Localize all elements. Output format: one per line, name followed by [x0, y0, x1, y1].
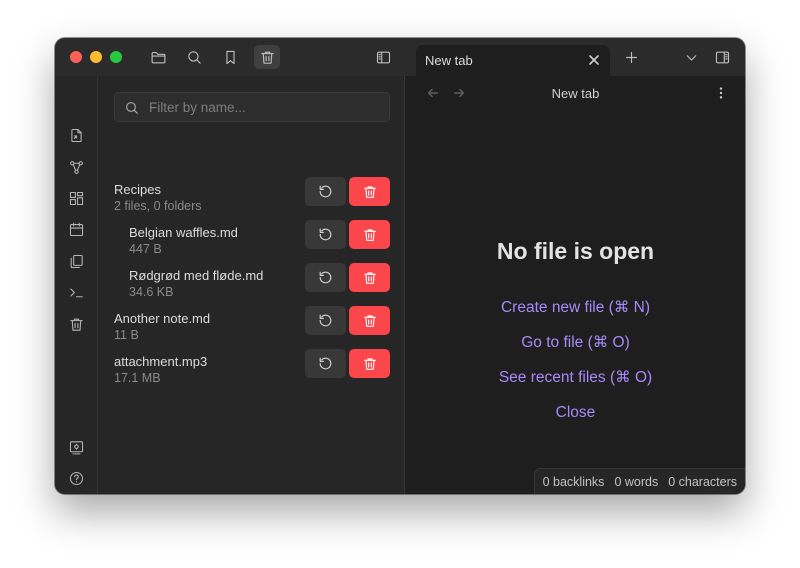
trash-item-meta: 17.1 MB	[114, 371, 161, 385]
command-palette-icon	[69, 287, 83, 297]
trash-item-meta: 11 B	[114, 328, 139, 342]
see-recent-files-link[interactable]: See recent files (⌘ O)	[406, 368, 745, 387]
word-count: 0 words	[614, 474, 659, 489]
restore-button[interactable]	[305, 349, 346, 378]
bookmarks-button[interactable]	[217, 45, 243, 69]
trash-icon	[363, 314, 376, 327]
filter-box	[114, 92, 390, 122]
restore-button[interactable]	[305, 220, 346, 249]
search-button[interactable]	[181, 45, 207, 69]
help-button[interactable]	[66, 468, 86, 488]
vault-switcher-icon	[69, 440, 83, 454]
sidebar-left-icon	[376, 51, 390, 63]
trash-icon	[363, 271, 376, 284]
restore-icon	[319, 357, 332, 370]
toggle-left-sidebar-button[interactable]	[370, 45, 396, 69]
trash-item: attachment.mp3 17.1 MB	[98, 349, 405, 392]
templates-icon	[70, 254, 83, 268]
trash-icon	[363, 228, 376, 241]
open-quick-switcher-icon	[70, 128, 82, 142]
close-icon	[589, 55, 599, 65]
close-window-button[interactable]	[70, 51, 82, 63]
backlinks-count[interactable]: 0 backlinks	[543, 475, 605, 489]
tab-title: New tab	[425, 53, 473, 68]
quick-switcher-button[interactable]	[66, 125, 86, 145]
restore-icon	[319, 314, 332, 327]
templates-button[interactable]	[66, 251, 86, 271]
files-button[interactable]	[145, 45, 171, 69]
delete-permanently-button[interactable]	[349, 349, 390, 378]
restore-button[interactable]	[305, 306, 346, 335]
trash-item: Rødgrød med fløde.md 34.6 KB	[98, 263, 405, 306]
sidebar-right-icon	[715, 51, 729, 63]
empty-state-title: No file is open	[496, 238, 655, 264]
more-vertical-icon	[719, 87, 723, 99]
graph-view-button[interactable]	[66, 157, 86, 177]
restore-icon	[319, 228, 332, 241]
command-palette-button[interactable]	[66, 282, 86, 302]
trash-item-name: Belgian waffles.md	[129, 225, 238, 240]
folder-icon	[151, 51, 165, 63]
restore-button[interactable]	[305, 177, 346, 206]
plus-icon	[625, 51, 637, 63]
close-link[interactable]: Close	[406, 404, 745, 422]
trash-item-name: Another note.md	[114, 311, 211, 326]
canvas-icon	[69, 191, 83, 205]
status-bar: 0 backlinks 0 words 0 characters	[533, 468, 745, 494]
ribbon	[55, 76, 98, 494]
trash-item: Another note.md 11 B	[98, 306, 405, 349]
chevron-down-icon	[686, 54, 696, 61]
restore-button[interactable]	[305, 263, 346, 292]
graph-icon	[69, 160, 83, 174]
trash-explorer-button[interactable]	[254, 45, 280, 69]
go-to-file-link[interactable]: Go to file (⌘ O)	[406, 333, 745, 352]
delete-permanently-button[interactable]	[349, 220, 390, 249]
trash-icon	[363, 185, 376, 198]
trash-item-meta: 447 B	[129, 242, 162, 256]
restore-icon	[319, 185, 332, 198]
character-count: 0 characters	[668, 474, 737, 489]
delete-permanently-button[interactable]	[349, 306, 390, 335]
trash-explorer-panel: Recipes 2 files, 0 folders Belgian waffles…	[98, 76, 405, 494]
trash-ribbon-button[interactable]	[66, 314, 86, 334]
help-icon	[69, 471, 83, 485]
trash-item-meta: 34.6 KB	[129, 285, 174, 299]
trash-icon	[69, 318, 83, 331]
view-header-title: New tab	[551, 86, 600, 101]
restore-icon	[319, 271, 332, 284]
create-new-file-link[interactable]: Create new file (⌘ N)	[406, 298, 745, 317]
trash-item-name: attachment.mp3	[114, 354, 208, 369]
tab-new-tab[interactable]: New tab	[416, 45, 610, 76]
app-window: New tab Filter by name... Recipes 2 file…	[55, 38, 745, 494]
bookmark-icon	[225, 50, 235, 64]
tab-close-button[interactable]	[585, 51, 603, 69]
trash-item: Belgian waffles.md 447 B	[98, 220, 405, 263]
daily-note-button[interactable]	[66, 219, 86, 239]
delete-permanently-button[interactable]	[349, 263, 390, 292]
trash-icon	[363, 357, 376, 370]
trash-item-name: Recipes	[114, 182, 161, 197]
filter-input[interactable]	[149, 97, 379, 117]
search-icon	[126, 102, 138, 114]
title-bar: New tab	[55, 38, 745, 76]
vault-switcher-button[interactable]	[66, 437, 86, 457]
minimize-window-button[interactable]	[90, 51, 102, 63]
toggle-right-sidebar-button[interactable]	[709, 45, 735, 69]
delete-permanently-button[interactable]	[349, 177, 390, 206]
tab-list-button[interactable]	[678, 45, 704, 69]
daily-note-icon	[69, 222, 83, 236]
new-tab-button[interactable]	[618, 45, 644, 69]
search-icon	[187, 50, 201, 64]
canvas-button[interactable]	[66, 188, 86, 208]
trash-item-meta: 2 files, 0 folders	[114, 199, 202, 213]
trash-item-name: Rødgrød med fløde.md	[129, 268, 264, 283]
trash-item: Recipes 2 files, 0 folders	[98, 177, 405, 220]
more-options-button[interactable]	[713, 85, 729, 101]
zoom-window-button[interactable]	[110, 51, 122, 63]
trash-icon	[260, 51, 274, 64]
main-pane: New tab No file is open Create new file …	[406, 76, 745, 494]
